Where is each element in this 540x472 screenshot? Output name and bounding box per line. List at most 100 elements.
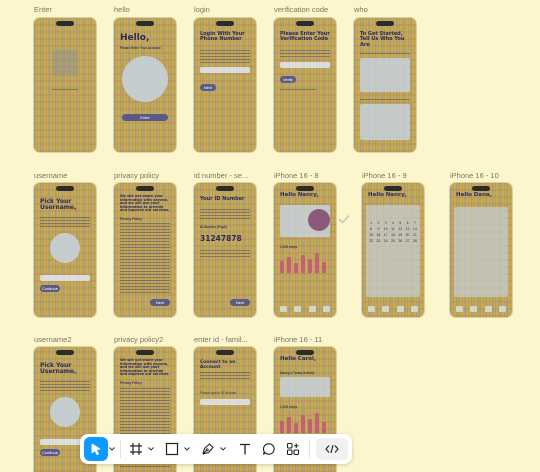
frame-label-hello[interactable]: hello [114, 5, 130, 14]
frame-privacy[interactable]: We will not share your information with … [114, 183, 176, 317]
continue-button[interactable]: Continue [40, 285, 60, 292]
phone-input[interactable] [200, 67, 250, 73]
chart-bar [315, 413, 319, 433]
policy-text [120, 223, 170, 293]
role-card-2[interactable] [360, 104, 410, 140]
frame-icon [129, 443, 142, 455]
chart-bar [308, 419, 312, 433]
frame-who[interactable]: To Get Started, Tell Us Who You Are [354, 18, 416, 152]
text-tool-button[interactable] [232, 437, 256, 461]
calendar-day[interactable]: 13 [404, 227, 410, 231]
calendar-day[interactable]: 25 [390, 239, 396, 243]
calendar-day[interactable]: 20 [404, 233, 410, 237]
activity-card[interactable] [280, 377, 330, 397]
pen-tool-button[interactable] [196, 437, 218, 461]
phone-notch [216, 21, 234, 26]
calendar-day[interactable]: 8 [368, 227, 374, 231]
resend-link[interactable] [280, 88, 316, 90]
frame-login[interactable]: Login With Your Phone Number Next [194, 18, 256, 152]
calendar-day[interactable]: 18 [390, 233, 396, 237]
frame-label-enter[interactable]: Enter [34, 5, 52, 14]
calendar-grid[interactable]: 1 2 3 4 5 6 7 8 9 10 11 12 13 14 15 16 17 18 19 20 21 22 23 24 2… [368, 221, 418, 243]
calendar-day[interactable]: 7 [412, 221, 418, 225]
calendar-panel[interactable] [366, 205, 420, 297]
actions-tool-button[interactable] [281, 437, 305, 461]
frame-username[interactable]: Pick Your Username, Continue [34, 183, 96, 317]
tab-bar[interactable] [368, 306, 418, 312]
content-panel[interactable] [454, 207, 508, 297]
frame-label-idnumber[interactable]: id number - se... [194, 171, 248, 180]
frame-label-username2[interactable]: username2 [34, 335, 72, 344]
calendar-day[interactable]: 1 [368, 221, 374, 225]
calendar-day[interactable]: 5 [397, 221, 403, 225]
frame-label-who[interactable]: who [354, 5, 368, 14]
tab-bar[interactable] [456, 306, 506, 312]
calendar-day[interactable]: 6 [404, 221, 410, 225]
comment-tool-button[interactable] [257, 437, 281, 461]
calendar-day[interactable]: 24 [383, 239, 389, 243]
calendar-day[interactable]: 15 [368, 233, 374, 237]
frame-idnumber[interactable]: Your ID Number ID Number (Pupil) 3124787… [194, 183, 256, 317]
id-caption: Please type in ID Number [200, 391, 237, 395]
shape-tool-button[interactable] [161, 437, 183, 461]
phone-notch [56, 186, 74, 191]
calendar-day[interactable]: 16 [375, 233, 381, 237]
next-button[interactable]: Next [230, 299, 250, 306]
frame-label-username[interactable]: username [34, 171, 67, 180]
calendar-day[interactable]: 10 [383, 227, 389, 231]
tab-bar[interactable] [280, 306, 330, 312]
calendar-day[interactable]: 14 [412, 227, 418, 231]
id-input[interactable] [200, 399, 250, 405]
chevron-down-icon[interactable] [219, 447, 226, 451]
avatar-placeholder [122, 56, 168, 102]
calendar-day[interactable]: 12 [397, 227, 403, 231]
dev-mode-toggle[interactable] [316, 438, 348, 460]
frame-iphone8[interactable]: Hello Nancy, 1,025 steps [274, 183, 336, 317]
chart-bar [322, 422, 326, 433]
role-card-1[interactable] [360, 58, 410, 92]
frame-hello[interactable]: Hello, Please Enter Your Account Enter [114, 18, 176, 152]
frame-label-iphone9[interactable]: iPhone 16 - 9 [362, 171, 407, 180]
username-input[interactable] [40, 275, 90, 281]
verify-button[interactable]: Verify [280, 76, 296, 83]
frame-iphone10[interactable]: Hello Dana, [450, 183, 512, 317]
frame-iphone9[interactable]: Hello Nancy, 1 2 3 4 5 6 7 8 9 10 11 12 13 14 15 16 17 18… [362, 183, 424, 317]
next-button[interactable]: Next [200, 84, 216, 91]
chevron-down-icon[interactable] [108, 447, 115, 451]
frame-title: Hello, [120, 33, 150, 43]
enter-button[interactable]: Enter [122, 114, 168, 121]
phone-notch [472, 186, 490, 191]
calendar-day[interactable]: 28 [412, 239, 418, 243]
calendar-day[interactable]: 17 [383, 233, 389, 237]
calendar-day[interactable]: 4 [390, 221, 396, 225]
continue-button[interactable]: Continue [40, 449, 60, 456]
frame-label-iphone11[interactable]: iPhone 16 - 11 [274, 335, 322, 344]
frame-verification[interactable]: Please Enter Your Verification Code Veri… [274, 18, 336, 152]
chart-bar [315, 253, 319, 273]
chevron-down-icon[interactable] [147, 447, 154, 451]
calendar-day[interactable]: 11 [390, 227, 396, 231]
frame-label-iphone10[interactable]: iPhone 16 - 10 [450, 171, 499, 180]
calendar-day[interactable]: 9 [375, 227, 381, 231]
chevron-down-icon[interactable] [183, 447, 190, 451]
calendar-day[interactable]: 26 [397, 239, 403, 243]
calendar-day[interactable]: 3 [383, 221, 389, 225]
calendar-day[interactable]: 22 [368, 239, 374, 243]
calendar-day[interactable]: 27 [404, 239, 410, 243]
calendar-day[interactable]: 2 [375, 221, 381, 225]
move-tool-button[interactable] [84, 437, 109, 461]
frame-label-iphone8[interactable]: iPhone 16 - 8 [274, 171, 319, 180]
frame-label-privacy2[interactable]: privacy policy2 [114, 335, 163, 344]
frame-label-enterid[interactable]: enter id - famil... [194, 335, 248, 344]
calendar-day[interactable]: 21 [412, 233, 418, 237]
calendar-day[interactable]: 23 [375, 239, 381, 243]
code-input[interactable] [280, 62, 330, 68]
frame-label-verification[interactable]: verification code [274, 5, 328, 14]
chart-bar [287, 417, 291, 433]
frame-enter[interactable] [34, 18, 96, 152]
frame-tool-button[interactable] [125, 437, 147, 461]
frame-label-login[interactable]: login [194, 5, 210, 14]
frame-label-privacy[interactable]: privacy policy [114, 171, 159, 180]
calendar-day[interactable]: 19 [397, 233, 403, 237]
next-button[interactable]: Next [150, 299, 170, 306]
